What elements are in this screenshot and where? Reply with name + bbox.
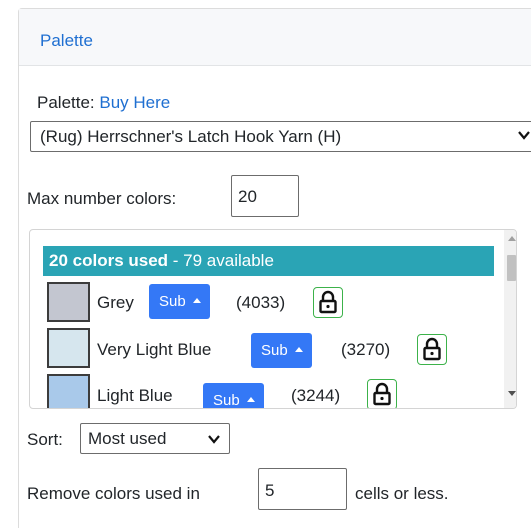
- remove-colors-label: Remove colors used in: [27, 484, 200, 503]
- colors-used-header: 20 colors used - 79 available: [43, 246, 494, 276]
- lock-button[interactable]: [417, 334, 447, 365]
- lock-button[interactable]: [367, 379, 397, 408]
- colors-available-count: - 79 available: [168, 251, 274, 270]
- palette-label-row: Palette: Buy Here: [37, 93, 170, 113]
- buy-here-link[interactable]: Buy Here: [99, 93, 170, 112]
- caret-up-icon: [295, 347, 303, 352]
- chevron-down-icon: [518, 131, 530, 140]
- caret-up-icon: [193, 298, 201, 303]
- color-row: Very Light Blue Sub (3270): [30, 328, 490, 374]
- palette-label: Palette:: [37, 93, 95, 112]
- chevron-down-icon: [208, 435, 220, 444]
- scroll-thumb[interactable]: [507, 255, 516, 281]
- sort-label: Sort:: [27, 430, 63, 449]
- color-code: (3270): [341, 340, 391, 359]
- remove-colors-suffix: cells or less.: [355, 484, 449, 503]
- sub-button[interactable]: Sub: [203, 383, 264, 409]
- colors-used-count: 20 colors used: [49, 251, 169, 270]
- palette-select-value: (Rug) Herrschner's Latch Hook Yarn (H): [40, 127, 342, 146]
- color-name: Light Blue: [97, 386, 173, 405]
- max-colors-input[interactable]: 20: [231, 175, 299, 217]
- sub-button-label: Sub: [261, 342, 288, 359]
- sub-button[interactable]: Sub: [251, 333, 312, 368]
- color-code: (3244): [291, 386, 341, 405]
- lock-icon: [319, 290, 337, 314]
- remove-threshold-value: 5: [265, 481, 275, 500]
- sort-select-value: Most used: [88, 429, 167, 448]
- color-swatch: [47, 282, 90, 322]
- color-name: Very Light Blue: [97, 340, 212, 359]
- scroll-down-arrow-icon[interactable]: [508, 391, 516, 396]
- lock-icon: [423, 337, 441, 361]
- color-row: Grey Sub (4033): [30, 282, 490, 328]
- palette-select[interactable]: (Rug) Herrschner's Latch Hook Yarn (H): [30, 121, 531, 152]
- lock-icon: [373, 382, 391, 406]
- panel-title[interactable]: Palette: [40, 31, 93, 51]
- colors-list-box[interactable]: 20 colors used - 79 available Grey Sub (…: [29, 229, 517, 409]
- color-row: Light Blue Sub (3244): [30, 374, 490, 409]
- sort-select[interactable]: Most used: [80, 423, 230, 454]
- sub-button-label: Sub: [213, 392, 240, 409]
- max-colors-label: Max number colors:: [27, 189, 177, 208]
- remove-threshold-input[interactable]: 5: [258, 468, 347, 510]
- panel-header: Palette: [19, 9, 531, 66]
- scroll-up-arrow-icon[interactable]: [508, 236, 516, 241]
- lock-button[interactable]: [313, 287, 343, 318]
- caret-up-icon: [247, 397, 255, 402]
- sub-button[interactable]: Sub: [149, 284, 210, 319]
- color-swatch: [47, 374, 90, 408]
- color-name: Grey: [97, 293, 134, 312]
- color-code: (4033): [236, 293, 286, 312]
- sub-button-label: Sub: [159, 293, 186, 310]
- colors-list-scrollbar[interactable]: [504, 230, 516, 408]
- color-swatch: [47, 328, 90, 368]
- max-colors-value: 20: [238, 187, 257, 206]
